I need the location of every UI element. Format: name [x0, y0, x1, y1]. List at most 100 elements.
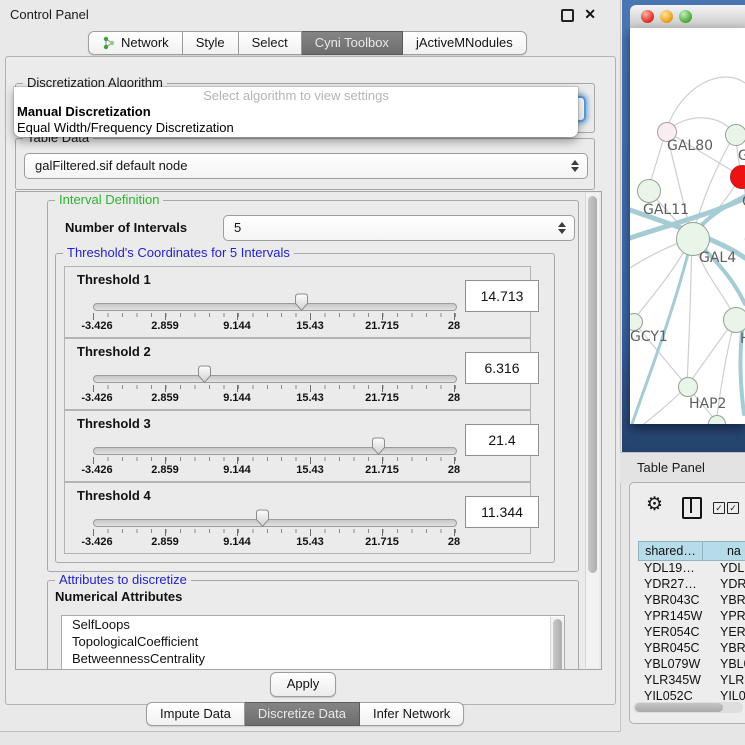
network-canvas[interactable]: GAL80 G C GAL11 GAL4 GCY1 H HAP2: [630, 28, 745, 424]
tick-label: 9.144: [223, 320, 251, 332]
dropdown-option[interactable]: Manual Discretization: [14, 104, 578, 120]
slider-ticks: [93, 385, 456, 389]
checkbox-icon[interactable]: ✓: [713, 502, 725, 514]
slider-thumb[interactable]: [294, 293, 309, 312]
attributes-group: Attributes to discretize Numerical Attri…: [47, 580, 579, 670]
slider-ticks: [93, 313, 456, 317]
tab-impute-data[interactable]: Impute Data: [146, 702, 245, 726]
node-label: GCY1: [630, 329, 668, 345]
table-header-cell[interactable]: na: [702, 541, 745, 561]
tab-infer-network[interactable]: Infer Network: [360, 702, 464, 726]
tick-label: 9.144: [223, 464, 251, 476]
attributes-list: SelfLoops TopologicalCoefficient Between…: [61, 615, 565, 670]
table-header-row: shared… na: [638, 541, 745, 561]
table-row[interactable]: YDL19…YDL1: [638, 561, 745, 577]
table-row[interactable]: YBR045CYBR0: [638, 641, 745, 657]
list-item[interactable]: TopologicalCoefficient: [62, 633, 564, 650]
group-title: Interval Definition: [55, 192, 163, 207]
threshold-value-field[interactable]: 6.316: [465, 352, 539, 384]
tick-label: 15.43: [296, 392, 324, 404]
top-tab-bar: Network Style Select Cyni Toolbox jActiv…: [88, 31, 527, 55]
node-label: GAL80: [667, 138, 713, 154]
network-view-window: GAL80 G C GAL11 GAL4 GCY1 H HAP2: [622, 0, 745, 452]
settings-scroll-area: Interval Definition Number of Intervals …: [15, 191, 602, 670]
tab-cyni-toolbox[interactable]: Cyni Toolbox: [302, 31, 403, 55]
vertical-scrollbar[interactable]: [585, 193, 599, 668]
tick-label: -3.426: [81, 464, 112, 476]
network-node[interactable]: [678, 377, 698, 397]
table-row[interactable]: YBL079WYBL0: [638, 657, 745, 673]
gear-icon[interactable]: ⚙: [646, 493, 663, 516]
list-item[interactable]: BetweennessCentrality: [62, 650, 564, 667]
table-data-selected: galFiltered.sif default node: [35, 158, 187, 173]
node-label: GAL4: [699, 250, 736, 266]
threshold-value-field[interactable]: 14.713: [465, 280, 539, 312]
dropdown-option[interactable]: Equal Width/Frequency Discretization: [14, 120, 578, 136]
table-header-cell[interactable]: shared…: [638, 541, 702, 561]
node-label: G: [738, 148, 745, 164]
slider-thumb[interactable]: [371, 437, 386, 456]
tick-label: 2.859: [151, 464, 179, 476]
horizontal-scrollbar[interactable]: [633, 702, 743, 713]
table-row[interactable]: YDR27…YDR2: [638, 577, 745, 593]
table-panel: ⚙ ✓ ✓ shared… na YDL19…YDL1 YDR27…YDR2 Y…: [629, 482, 745, 724]
network-node[interactable]: [637, 179, 661, 203]
network-node[interactable]: [723, 307, 745, 333]
slider-track[interactable]: [93, 375, 457, 383]
network-node[interactable]: [725, 124, 745, 146]
group-title: Attributes to discretize: [55, 572, 191, 587]
tab-network[interactable]: Network: [88, 31, 183, 55]
slider-track[interactable]: [93, 519, 457, 527]
group-title: Threshold's Coordinates for 5 Intervals: [63, 245, 294, 260]
spinner-icon: [558, 222, 566, 234]
tick-label: 28: [448, 392, 460, 404]
list-item[interactable]: SelfLoops: [62, 616, 564, 633]
tab-style[interactable]: Style: [183, 31, 239, 55]
node-label: GAL11: [643, 202, 689, 218]
numerical-attributes-label: Numerical Attributes: [55, 589, 182, 604]
tick-label: -3.426: [81, 320, 112, 332]
tick-label: -3.426: [81, 536, 112, 548]
tick-label: 28: [448, 536, 460, 548]
slider-thumb[interactable]: [255, 509, 270, 528]
slider-track[interactable]: [93, 447, 457, 455]
scrollbar-thumb[interactable]: [588, 196, 597, 573]
table-row[interactable]: YBR043CYBR0: [638, 593, 745, 609]
tick-label: 15.43: [296, 536, 324, 548]
threshold-panel: Threshold 4 -3.426 2.859 9.144 15.43 21.…: [64, 482, 531, 554]
slider-track[interactable]: [93, 303, 457, 311]
table-row[interactable]: YPR145WYPR1: [638, 609, 745, 625]
list-scrollbar[interactable]: [550, 617, 564, 670]
float-window-icon[interactable]: [561, 9, 574, 22]
number-of-intervals-combobox[interactable]: 5: [223, 215, 575, 241]
node-attribute-table: shared… na YDL19…YDL1 YDR27…YDR2 YBR043C…: [638, 541, 745, 705]
close-icon[interactable]: ✕: [584, 6, 596, 23]
tick-label: 15.43: [296, 320, 324, 332]
scrollbar-thumb[interactable]: [635, 703, 723, 712]
tick-label: 28: [448, 320, 460, 332]
table-data-combobox[interactable]: galFiltered.sif default node: [24, 153, 588, 179]
tick-label: 2.859: [151, 320, 179, 332]
threshold-value-field[interactable]: 11.344: [465, 496, 539, 528]
slider-thumb[interactable]: [197, 365, 212, 384]
spinner-icon: [571, 160, 579, 172]
traffic-light-close-icon[interactable]: [641, 10, 654, 23]
tab-jactivemnodules[interactable]: jActiveMNodules: [403, 31, 527, 55]
checkbox-icon[interactable]: ✓: [727, 502, 739, 514]
tick-label: 9.144: [223, 392, 251, 404]
cyni-toolbox-panel: Discretization Algorithm Table Data galF…: [5, 56, 616, 705]
apply-button[interactable]: Apply: [270, 672, 336, 697]
traffic-light-minimize-icon[interactable]: [660, 10, 673, 23]
threshold-panel: Threshold 3 -3.426 2.859 9.144 15.43 21.…: [64, 410, 531, 482]
slider-ticks: [93, 457, 456, 461]
tick-label: 9.144: [223, 536, 251, 548]
tab-select[interactable]: Select: [239, 31, 302, 55]
table-panel-header: Table Panel: [620, 452, 745, 483]
traffic-light-zoom-icon[interactable]: [679, 10, 692, 23]
table-row[interactable]: YER054CYER0: [638, 625, 745, 641]
window-titlebar[interactable]: [630, 5, 745, 29]
split-view-icon[interactable]: [682, 497, 702, 519]
table-row[interactable]: YLR345WYLR3: [638, 673, 745, 689]
threshold-value-field[interactable]: 21.4: [465, 424, 539, 456]
tab-discretize-data[interactable]: Discretize Data: [245, 702, 360, 726]
